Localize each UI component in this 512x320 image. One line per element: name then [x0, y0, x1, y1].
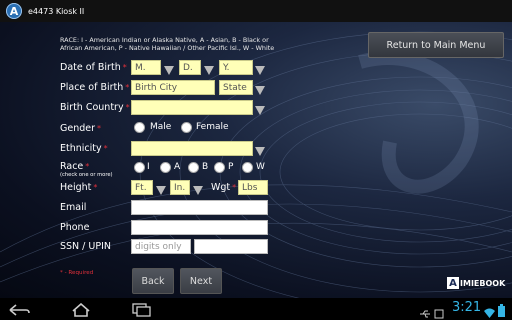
upin-field[interactable] — [194, 239, 268, 254]
app-icon: A — [6, 3, 22, 19]
app-title: e4473 Kiosk II — [28, 6, 85, 16]
gender-female-label: Female — [196, 122, 229, 132]
notification-icon — [434, 304, 444, 320]
ethnicity-label-text: Ethnicity — [60, 143, 102, 154]
ssn-field[interactable]: digits only — [131, 239, 191, 254]
form-area: RACE: I - American Indian or Alaska Nati… — [0, 22, 512, 298]
home-nav-icon[interactable] — [70, 302, 92, 320]
email-field[interactable] — [131, 200, 268, 215]
birth-country-dropdown-icon[interactable] — [254, 100, 265, 115]
required-mark: * — [97, 124, 102, 133]
pob-label-text: Place of Birth — [60, 82, 124, 93]
birth-country-field[interactable] — [131, 100, 253, 115]
gender-female-radio[interactable] — [181, 122, 192, 133]
dob-month-field[interactable]: M. — [131, 60, 161, 75]
email-label: Email — [60, 202, 87, 213]
phone-label: Phone — [60, 222, 90, 233]
clock: 3:21 — [452, 300, 482, 315]
height-feet-dropdown-icon[interactable] — [155, 180, 166, 195]
system-nav-bar: 3:21 — [0, 298, 512, 320]
race-i-label: I — [147, 162, 150, 172]
next-button[interactable]: Next — [180, 268, 222, 294]
wifi-icon — [484, 303, 495, 320]
birth-city-field[interactable]: Birth City — [131, 80, 215, 95]
pob-label: Place of Birth * — [60, 82, 129, 93]
logo-letter: A — [447, 277, 459, 289]
required-mark: * — [232, 183, 237, 192]
title-bar: A e4473 Kiosk II — [0, 0, 512, 23]
gender-label: Gender * — [60, 123, 101, 134]
height-feet-field[interactable]: Ft. — [131, 180, 153, 195]
weight-label: Wgt * — [211, 182, 236, 193]
race-label: Race * — [60, 161, 89, 172]
race-p-label: P — [228, 162, 234, 172]
required-mark: * — [93, 183, 98, 192]
gender-label-text: Gender — [60, 123, 96, 134]
required-mark: * — [103, 144, 108, 153]
race-i-checkbox[interactable] — [134, 162, 145, 173]
return-to-main-menu-button[interactable]: Return to Main Menu — [368, 32, 504, 58]
race-p-checkbox[interactable] — [214, 162, 225, 173]
dob-label: Date of Birth * — [60, 62, 127, 73]
birth-country-label-text: Birth Country — [60, 102, 124, 113]
race-hint: (check one or more) — [60, 172, 113, 178]
ethnicity-field[interactable] — [131, 141, 253, 156]
screen: A e4473 Kiosk II RACE: I - American Indi… — [0, 0, 512, 320]
required-mark: * — [125, 103, 130, 112]
dob-year-field[interactable]: Y. — [219, 60, 253, 75]
dob-day-field[interactable]: D. — [179, 60, 201, 75]
height-label-text: Height — [60, 182, 92, 193]
required-note: * - Required — [60, 270, 94, 276]
logo-text: IMIEBOOK — [460, 278, 506, 288]
gender-male-label: Male — [150, 122, 172, 132]
ssn-label: SSN / UPIN — [60, 241, 111, 252]
race-w-checkbox[interactable] — [242, 162, 253, 173]
required-mark: * — [85, 162, 90, 171]
back-nav-icon[interactable] — [8, 302, 30, 320]
required-mark: * — [122, 63, 127, 72]
height-inches-dropdown-icon[interactable] — [192, 180, 203, 195]
weight-field[interactable]: Lbs — [238, 180, 268, 195]
battery-icon — [498, 302, 505, 320]
back-button[interactable]: Back — [132, 268, 174, 294]
ethnicity-label: Ethnicity * — [60, 143, 108, 154]
weight-label-text: Wgt — [211, 182, 231, 193]
phone-field[interactable] — [131, 220, 268, 235]
birth-country-label: Birth Country * — [60, 102, 130, 113]
dob-month-dropdown-icon[interactable] — [163, 60, 174, 75]
height-label: Height * — [60, 182, 97, 193]
race-a-label: A — [174, 162, 181, 172]
gender-male-radio[interactable] — [134, 122, 145, 133]
dob-year-dropdown-icon[interactable] — [254, 60, 265, 75]
dob-label-text: Date of Birth — [60, 62, 121, 73]
brand-logo: A IMIEBOOK — [447, 277, 505, 289]
height-inches-field[interactable]: In. — [170, 180, 190, 195]
birth-state-dropdown-icon[interactable] — [254, 80, 265, 95]
race-w-label: W — [256, 162, 265, 172]
dob-day-dropdown-icon[interactable] — [203, 60, 214, 75]
recent-apps-icon[interactable] — [130, 302, 152, 320]
race-a-checkbox[interactable] — [160, 162, 171, 173]
required-mark: * — [125, 83, 130, 92]
birth-state-field[interactable]: State — [219, 80, 253, 95]
race-legend: RACE: I - American Indian or Alaska Nati… — [60, 36, 275, 52]
race-label-text: Race — [60, 161, 84, 172]
ethnicity-dropdown-icon[interactable] — [254, 141, 265, 156]
race-b-checkbox[interactable] — [188, 162, 199, 173]
race-b-label: B — [202, 162, 209, 172]
usb-icon — [419, 304, 431, 320]
